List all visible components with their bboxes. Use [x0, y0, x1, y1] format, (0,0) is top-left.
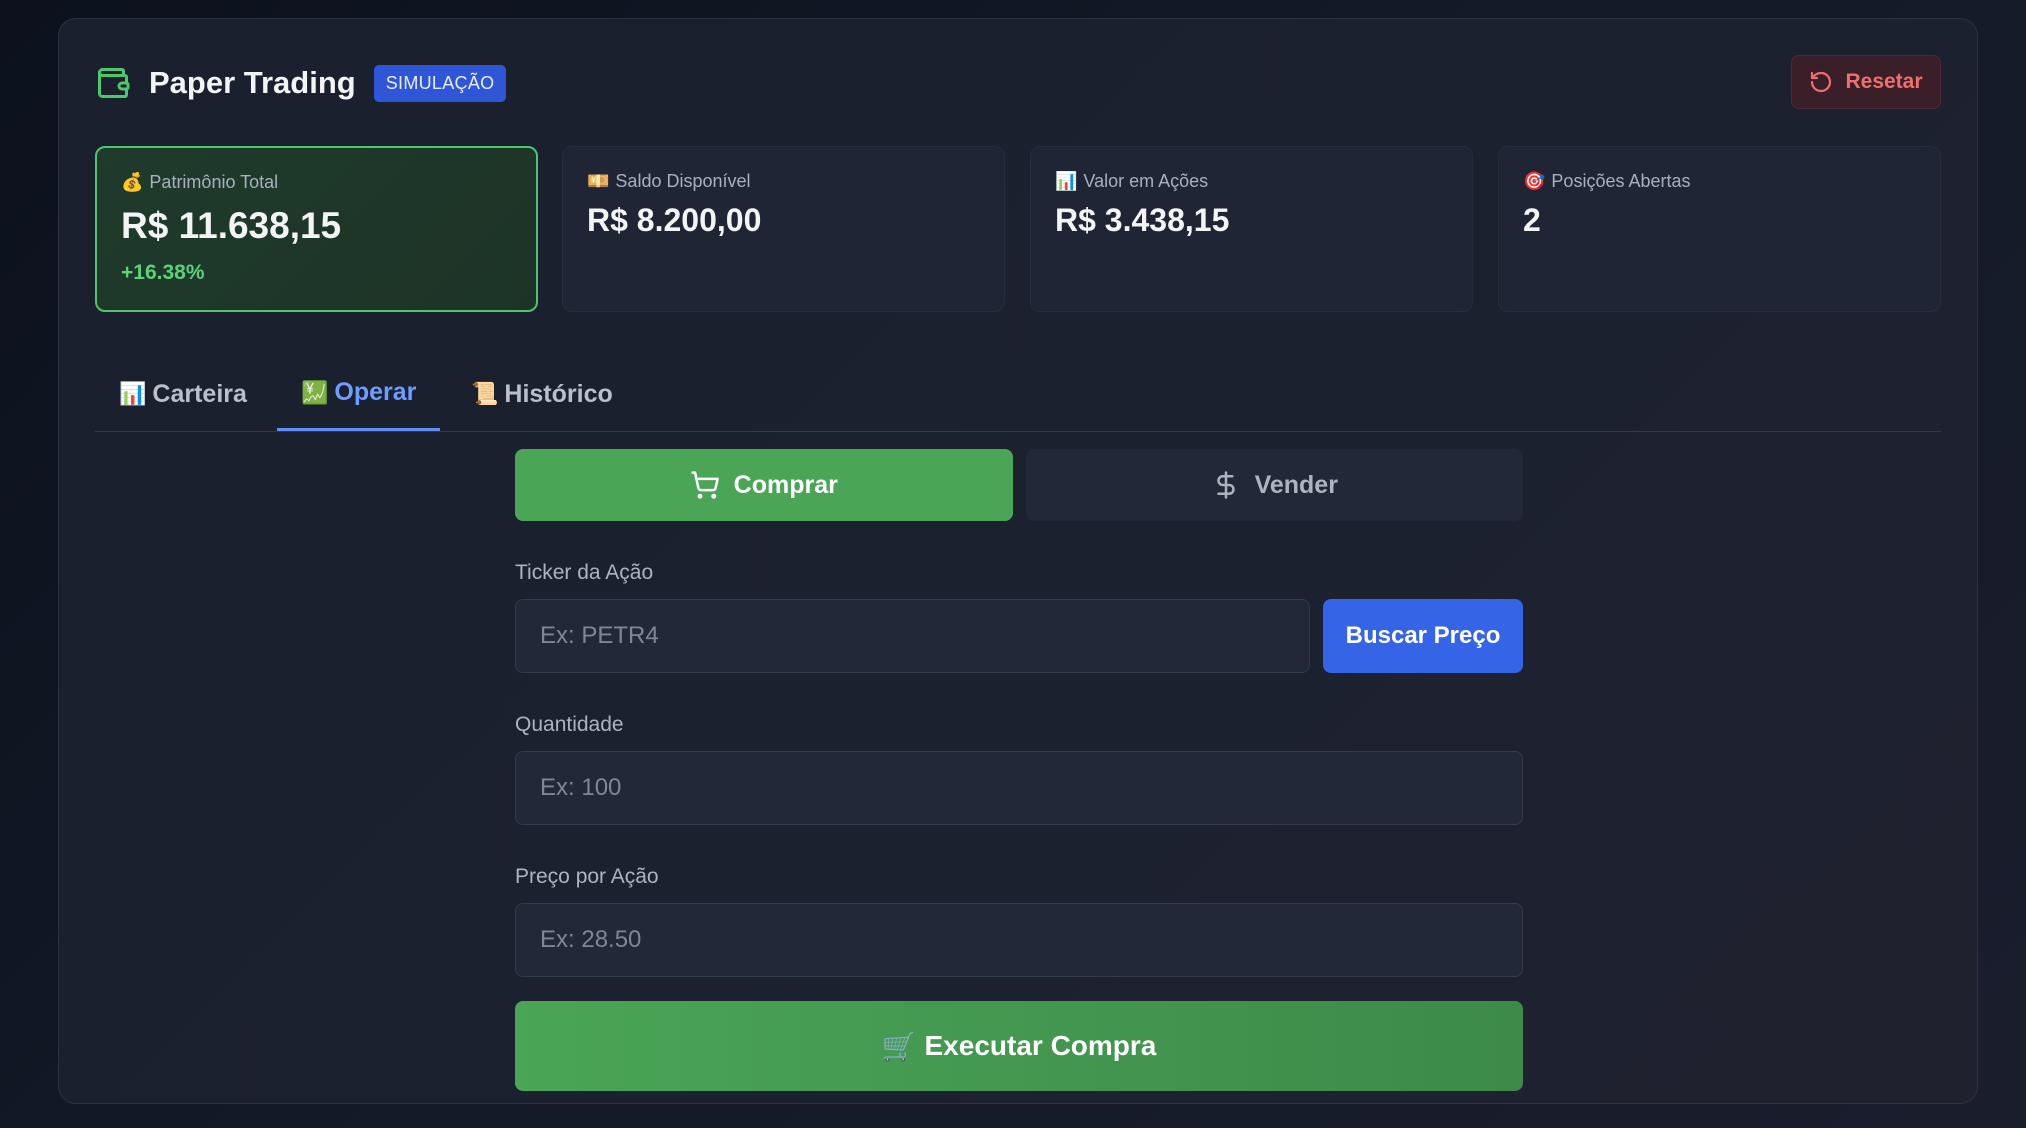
target-icon: 🎯 — [1523, 171, 1546, 191]
cart-icon — [690, 471, 719, 499]
tab-portfolio[interactable]: 📊 Carteira — [119, 357, 247, 431]
bar-chart-icon: 📊 — [1055, 171, 1078, 191]
chart-increasing-icon: 💹 — [301, 379, 329, 405]
cart-icon: 🛒 — [881, 1030, 917, 1062]
banknote-icon: 💴 — [587, 171, 610, 191]
tab-bar: 📊 Carteira 💹 Operar 📜 Histórico — [95, 357, 1941, 432]
stats-row: 💰 Patrimônio Total R$ 11.638,15 +16.38% … — [95, 146, 1941, 312]
buy-button[interactable]: Comprar — [515, 449, 1013, 521]
trade-form: Comprar Vender Ticker da Ação Buscar Pre… — [515, 449, 1523, 1091]
stat-card-total-equity: 💰 Patrimônio Total R$ 11.638,15 +16.38% — [95, 146, 538, 312]
stat-label: 💰 Patrimônio Total — [121, 172, 279, 192]
stat-card-stock-value: 📊 Valor em Ações R$ 3.438,15 — [1030, 146, 1473, 312]
bar-chart-icon: 📊 — [119, 381, 147, 406]
stat-card-open-positions: 🎯 Posições Abertas 2 — [1498, 146, 1941, 312]
simulation-badge: SIMULAÇÃO — [373, 64, 507, 102]
stat-change: +16.38% — [121, 261, 205, 284]
reset-label: Resetar — [1845, 70, 1923, 93]
paper-trading-panel: Paper Trading SIMULAÇÃO Resetar 💰 Patrim… — [58, 18, 1978, 1104]
tab-history[interactable]: 📜 Histórico — [471, 357, 613, 431]
stat-label: 🎯 Posições Abertas — [1523, 171, 1691, 191]
stat-value: 2 — [1523, 202, 1541, 238]
ticker-label: Ticker da Ação — [515, 561, 654, 584]
stat-label: 💴 Saldo Disponível — [587, 171, 751, 191]
sell-button[interactable]: Vender — [1025, 449, 1523, 521]
quantity-input[interactable] — [515, 751, 1523, 825]
price-input[interactable] — [515, 903, 1523, 977]
ticker-row: Buscar Preço — [515, 599, 1523, 673]
stat-card-available-balance: 💴 Saldo Disponível R$ 8.200,00 — [562, 146, 1005, 312]
reset-button[interactable]: Resetar — [1791, 55, 1941, 109]
ticker-input[interactable] — [515, 599, 1310, 673]
stat-value: R$ 3.438,15 — [1055, 202, 1230, 238]
scroll-icon: 📜 — [471, 381, 499, 406]
header: Paper Trading SIMULAÇÃO Resetar — [95, 55, 1941, 111]
reset-icon — [1811, 71, 1832, 93]
money-bag-icon: 💰 — [121, 172, 144, 192]
quantity-label: Quantidade — [515, 713, 624, 736]
wallet-icon — [98, 68, 130, 98]
search-price-button[interactable]: Buscar Preço — [1323, 599, 1523, 673]
stat-value: R$ 8.200,00 — [587, 202, 762, 238]
price-label: Preço por Ação — [515, 865, 659, 888]
order-side-toggle: Comprar Vender — [515, 449, 1523, 521]
dollar-icon — [1216, 471, 1235, 499]
stat-value: R$ 11.638,15 — [121, 205, 342, 246]
tab-trade[interactable]: 💹 Operar — [277, 357, 441, 431]
execute-buy-button[interactable]: 🛒 Executar Compra — [515, 1001, 1523, 1091]
page-title: Paper Trading — [149, 65, 356, 100]
stat-label: 📊 Valor em Ações — [1055, 171, 1209, 191]
